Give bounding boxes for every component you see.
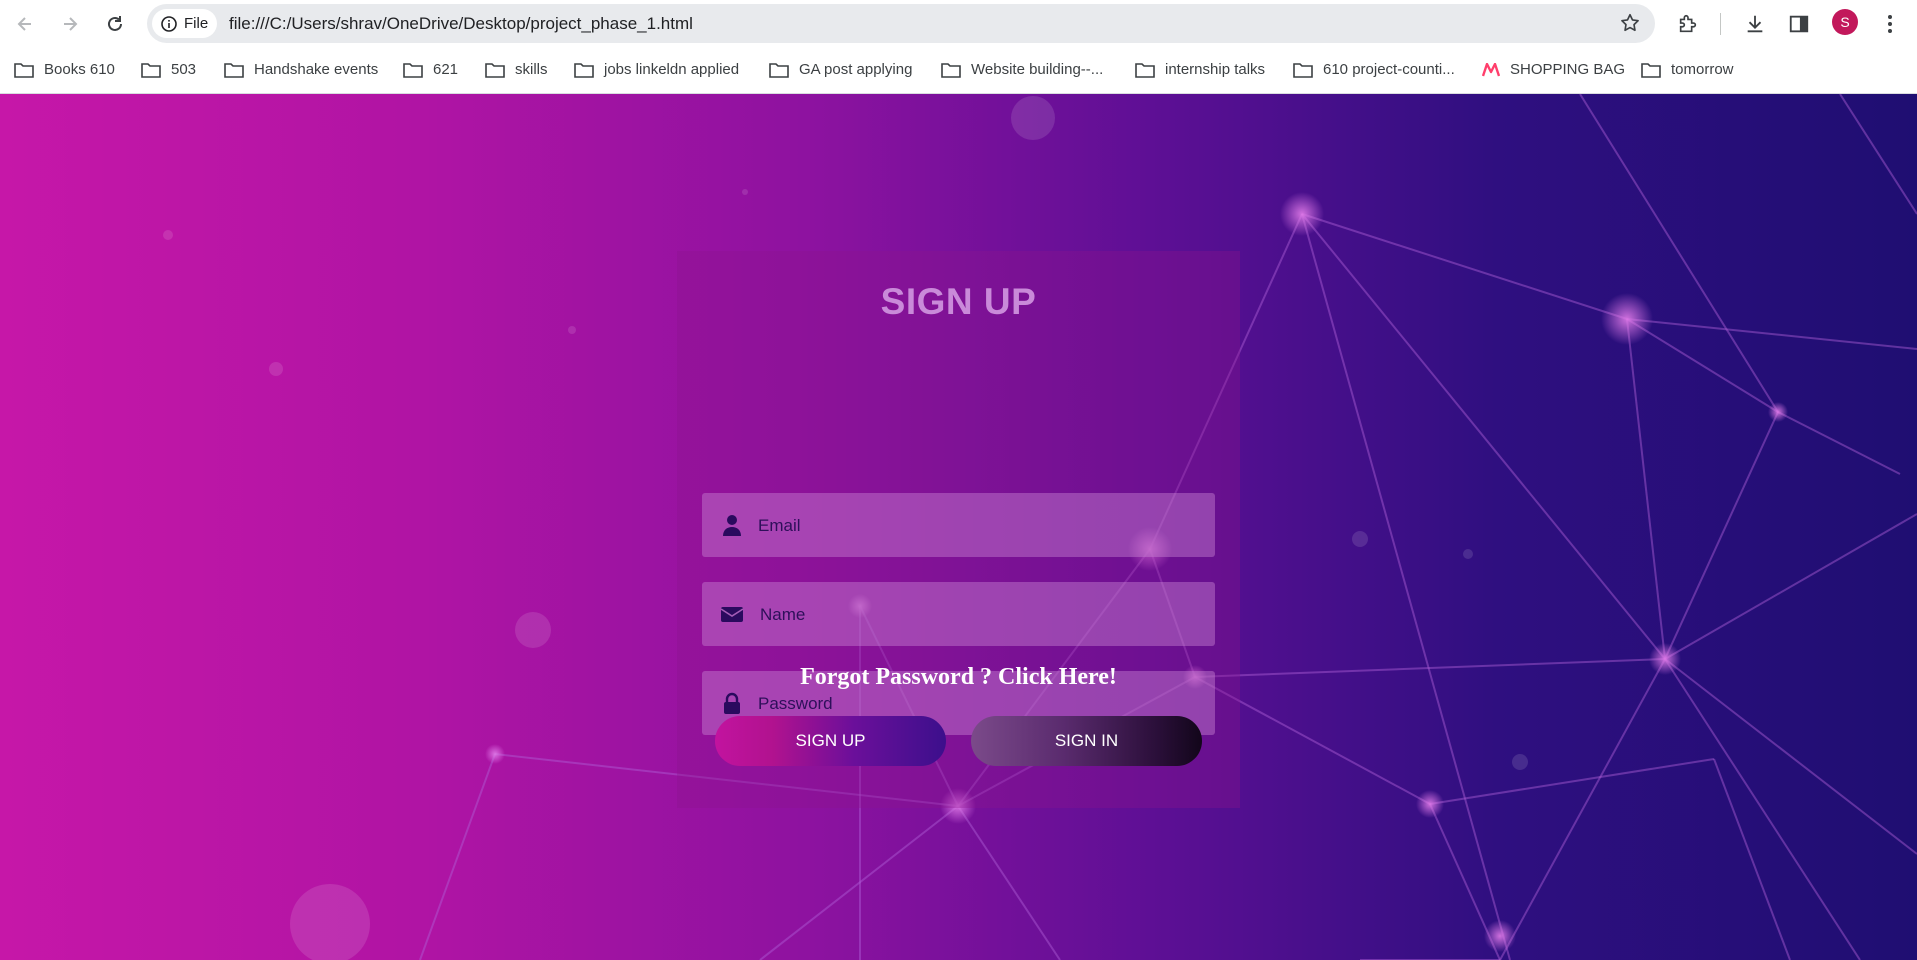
folder-icon: [485, 62, 505, 78]
puzzle-icon: [1679, 14, 1697, 33]
bookmark-label: tomorrow: [1671, 61, 1734, 78]
folder-icon: [1641, 62, 1661, 78]
folder-icon: [941, 62, 961, 78]
person-icon: [723, 515, 741, 536]
bookmark-folder[interactable]: 503: [141, 47, 196, 92]
reload-button[interactable]: [101, 10, 129, 38]
reload-icon: [108, 16, 122, 31]
url-text[interactable]: file:///C:/Users/shrav/OneDrive/Desktop/…: [229, 14, 693, 34]
bookmark-label: Books 610: [44, 61, 115, 78]
folder-icon: [403, 62, 423, 78]
lock-icon: [724, 692, 740, 714]
signin-button[interactable]: SIGN IN: [971, 716, 1202, 766]
forgot-password-link[interactable]: Forgot Password ? Click Here!: [677, 664, 1240, 691]
downloads-button[interactable]: [1740, 9, 1770, 39]
side-panel-icon: [1789, 15, 1809, 33]
name-input[interactable]: [758, 582, 1202, 648]
bookmark-label: SHOPPING BAG: [1510, 61, 1626, 78]
bookmark-label: jobs linkeldn applied: [604, 61, 740, 78]
file-chip-label: File: [184, 15, 209, 32]
signup-card: SIGN UP Forgot Password ? Click Here! SI…: [677, 251, 1240, 808]
star-icon: [1621, 13, 1639, 32]
site-info-chip[interactable]: File: [152, 9, 217, 38]
page-viewport: SIGN UP Forgot Password ? Click Here! SI…: [0, 94, 1917, 960]
bookmark-folder[interactable]: Website building--...: [941, 47, 1103, 92]
bookmark-label: 621: [433, 61, 459, 78]
email-field[interactable]: [702, 493, 1215, 559]
profile-avatar[interactable]: S: [1832, 9, 1858, 35]
folder-icon: [574, 62, 594, 78]
bookmark-label: GA post applying: [799, 61, 913, 78]
myntra-logo-icon: [1482, 62, 1500, 76]
bookmark-folder[interactable]: 610 project-counti...: [1293, 47, 1455, 92]
bookmark-folder[interactable]: skills: [485, 47, 548, 92]
extensions-button[interactable]: [1673, 9, 1703, 39]
bookmark-label: internship talks: [1165, 61, 1266, 78]
bookmark-folder[interactable]: internship talks: [1135, 47, 1265, 92]
bookmark-folder[interactable]: Books 610: [14, 47, 115, 92]
signup-button[interactable]: SIGN UP: [715, 716, 946, 766]
back-button[interactable]: [11, 10, 39, 38]
bookmark-label: 503: [171, 61, 197, 78]
back-arrow-icon: [17, 17, 31, 31]
toolbar-separator: [1720, 13, 1721, 35]
kebab-menu-icon: [1888, 15, 1892, 33]
folder-icon: [769, 62, 789, 78]
bookmark-label: 610 project-counti...: [1323, 61, 1455, 78]
bookmarks-bar: Books 610 503 Handshake events 621 skill…: [0, 47, 1917, 94]
bookmark-star-button[interactable]: [1619, 12, 1641, 39]
signup-title: SIGN UP: [880, 281, 1037, 322]
envelope-icon: [720, 607, 744, 622]
bookmark-link[interactable]: SHOPPING BAG: [1482, 47, 1625, 92]
bookmark-label: skills: [515, 61, 548, 78]
bookmark-folder[interactable]: tomorrow: [1641, 47, 1734, 92]
download-icon: [1747, 15, 1763, 33]
forward-button[interactable]: [56, 10, 84, 38]
bookmark-label: Website building--...: [971, 61, 1104, 78]
email-input[interactable]: [756, 493, 1200, 559]
folder-icon: [1293, 62, 1313, 78]
address-bar[interactable]: File file:///C:/Users/shrav/OneDrive/Des…: [147, 4, 1655, 43]
bookmark-folder[interactable]: Handshake events: [224, 47, 378, 92]
info-icon: [161, 15, 177, 32]
bookmark-folder[interactable]: GA post applying: [769, 47, 912, 92]
browser-toolbar: File file:///C:/Users/shrav/OneDrive/Des…: [0, 0, 1917, 47]
side-panel-button[interactable]: [1784, 9, 1814, 39]
forward-arrow-icon: [64, 17, 78, 31]
bookmark-label: Handshake events: [254, 61, 379, 78]
folder-icon: [14, 62, 34, 78]
bookmark-folder[interactable]: jobs linkeldn applied: [574, 47, 739, 92]
name-field[interactable]: [702, 582, 1215, 648]
menu-button[interactable]: [1875, 9, 1905, 39]
folder-icon: [224, 62, 244, 78]
folder-icon: [1135, 62, 1155, 78]
folder-icon: [141, 62, 161, 78]
bookmark-folder[interactable]: 621: [403, 47, 458, 92]
